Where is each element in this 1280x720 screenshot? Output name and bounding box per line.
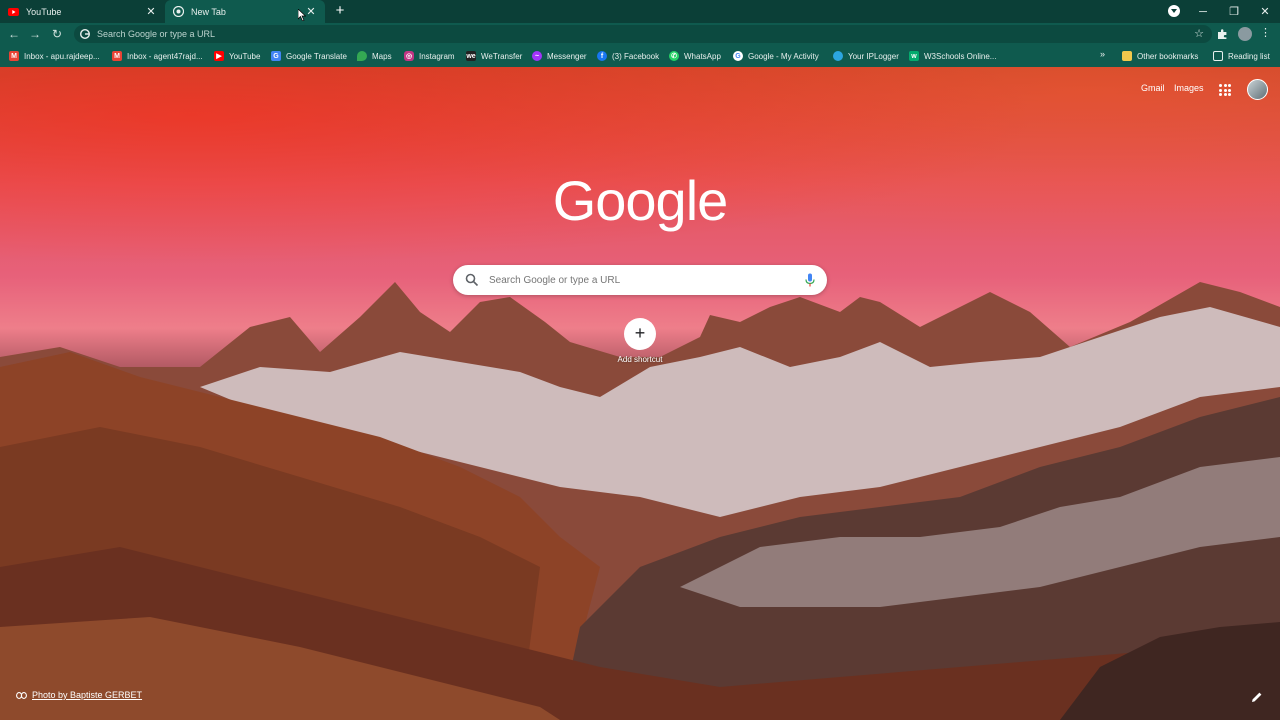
wetransfer-icon: we [466,51,476,61]
bookmark-item[interactable]: ✆ WhatsApp [669,49,721,63]
forward-button[interactable]: → [27,26,43,42]
maps-icon [357,51,367,61]
bookmark-label: Messenger [547,51,587,61]
gmail-link[interactable]: Gmail [1141,83,1165,93]
bookmark-item[interactable]: f (3) Facebook [597,49,659,63]
translate-icon: G [271,51,281,61]
bookmark-label: W3Schools Online... [924,51,997,61]
bookmark-label: YouTube [229,51,261,61]
tab-strip: YouTube ✕ New Tab ✕ + ─ ❐ ✕ [0,0,1280,23]
omnibox-text: Search Google or type a URL [97,29,216,39]
omnibox[interactable]: Search Google or type a URL ☆ [74,25,1212,43]
bookmark-item[interactable]: G Google Translate [271,49,347,63]
minimize-button[interactable]: ─ [1188,0,1218,23]
menu-dots-icon[interactable]: ⋮ [1260,26,1271,42]
reload-button[interactable]: ↻ [49,26,65,42]
youtube-icon: ▶ [214,51,224,61]
search-box[interactable] [453,265,827,295]
google-logo: Google [552,169,729,232]
bookmark-item[interactable]: we WeTransfer [466,49,522,63]
youtube-icon [8,6,19,17]
bookmark-item[interactable]: ◎ Instagram [404,49,455,63]
bookmark-label: Your IPLogger [848,51,899,61]
search-input[interactable] [487,273,791,287]
tab-search-icon[interactable] [1168,5,1180,17]
bookmark-item[interactable]: w W3Schools Online... [909,49,996,63]
bookmarks-bar: M Inbox - apu.rajdeep... M Inbox - agent… [0,45,1280,67]
account-avatar[interactable] [1247,79,1268,100]
photo-credit[interactable]: Photo by Baptiste GERBET [16,690,142,700]
bookmark-label: Inbox - agent47rajd... [127,51,203,61]
bookmark-item[interactable]: ▶ YouTube [214,49,260,63]
tab-youtube[interactable]: YouTube ✕ [0,0,165,23]
back-button[interactable]: ← [6,26,22,42]
images-link[interactable]: Images [1174,83,1204,93]
tab-title: New Tab [191,6,226,17]
tab-title: YouTube [26,6,62,17]
photo-credit-label: Photo by Baptiste GERBET [32,690,143,700]
bookmark-label: WhatsApp [684,51,721,61]
new-tab-button[interactable]: + [333,3,347,18]
bookmark-label: Google Translate [286,51,347,61]
instagram-icon: ◎ [404,51,414,61]
bookmark-item[interactable]: ~ Messenger [532,49,587,63]
extensions-puzzle-icon[interactable] [1215,27,1229,41]
close-window-button[interactable]: ✕ [1250,0,1280,23]
google-icon [80,29,90,39]
reading-list-label: Reading list [1228,51,1270,61]
add-shortcut-label: Add shortcut [617,355,663,364]
w3schools-icon: w [909,51,919,61]
chrome-icon [173,6,184,17]
folder-icon [1122,51,1132,61]
link-icon [16,691,27,699]
microphone-icon[interactable] [805,273,815,287]
bookmark-item[interactable]: M Inbox - apu.rajdeep... [9,49,100,63]
bookmark-label: (3) Facebook [612,51,660,61]
other-bookmarks-label: Other bookmarks [1137,51,1199,61]
mouse-cursor-icon [298,9,306,21]
restore-button[interactable]: ❐ [1219,0,1249,23]
bookmark-star-icon[interactable]: ☆ [1194,27,1204,40]
new-tab-page: Gmail Images Google + Add shortcut Photo… [0,67,1280,720]
profile-avatar[interactable] [1238,27,1252,41]
toolbar: ← → ↻ Search Google or type a URL ☆ ⋮ [0,23,1280,45]
facebook-icon: f [597,51,607,61]
plus-icon[interactable]: + [624,318,656,350]
bookmark-label: Instagram [419,51,455,61]
close-tab-icon[interactable]: ✕ [145,6,157,18]
mountain-wallpaper [0,282,1280,720]
bookmark-item[interactable]: M Inbox - agent47rajd... [112,49,203,63]
customize-pencil-icon[interactable] [1251,691,1263,703]
bookmark-item[interactable]: Maps [357,49,392,63]
messenger-icon: ~ [532,51,542,61]
bookmark-label: Google - My Activity [748,51,819,61]
bookmark-label: WeTransfer [481,51,523,61]
reading-list[interactable]: Reading list [1213,49,1270,63]
iplogger-icon [833,51,843,61]
bookmark-label: Inbox - apu.rajdeep... [24,51,100,61]
gmail-icon: M [112,51,122,61]
google-apps-icon[interactable] [1219,84,1231,96]
chevron-double-right-icon[interactable]: » [1100,49,1105,59]
add-shortcut[interactable]: + Add shortcut [604,318,676,364]
google-icon: G [733,51,743,61]
search-icon [465,273,479,287]
gmail-icon: M [9,51,19,61]
close-tab-icon[interactable]: ✕ [305,6,317,18]
bookmark-item[interactable]: G Google - My Activity [733,49,819,63]
bookmark-item[interactable]: Your IPLogger [833,49,899,63]
reading-list-icon [1213,51,1223,61]
bookmark-label: Maps [372,51,392,61]
whatsapp-icon: ✆ [669,51,679,61]
other-bookmarks[interactable]: Other bookmarks [1122,49,1198,63]
